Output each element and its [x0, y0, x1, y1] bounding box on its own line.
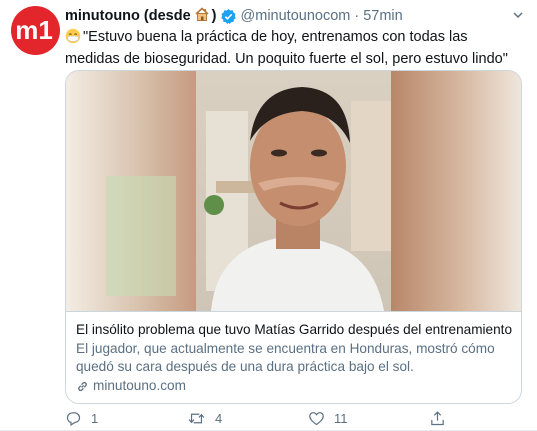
- minutouno-logo-icon: m1: [15, 15, 53, 45]
- like-count: 11: [334, 410, 348, 426]
- tweet-text-body: "Estuvo buena la práctica de hoy, entren…: [65, 29, 508, 67]
- link-card[interactable]: El insólito problema que tuvo Matías Gar…: [65, 70, 522, 404]
- account-handle[interactable]: @minutounocom: [241, 8, 351, 24]
- face-mask-emoji-icon: [65, 28, 81, 50]
- avatar[interactable]: m1: [11, 6, 60, 55]
- like-icon: [309, 411, 324, 425]
- retweet-icon: [188, 413, 205, 423]
- card-domain: minutouno.com: [76, 377, 511, 395]
- card-domain-text: minutouno.com: [93, 378, 186, 393]
- share-icon: [431, 410, 444, 425]
- verified-badge-icon: [220, 8, 237, 25]
- card-description: El jugador, que actualmente se encuentra…: [76, 341, 495, 374]
- card-title: El insólito problema que tuvo Matías Gar…: [76, 322, 513, 337]
- link-icon: [76, 380, 89, 393]
- svg-text:m1: m1: [15, 15, 53, 45]
- house-emoji-icon: [194, 6, 210, 26]
- like-button[interactable]: 11: [308, 408, 348, 428]
- account-name[interactable]: minutouno (desde: [65, 8, 191, 24]
- card-body[interactable]: El insólito problema que tuvo Matías Gar…: [66, 311, 521, 403]
- share-button[interactable]: [429, 408, 446, 428]
- tweet[interactable]: m1 minutouno (desde ) @minutounocom · 57…: [0, 0, 537, 431]
- card-image[interactable]: [66, 71, 521, 311]
- account-name-close: ): [211, 8, 217, 24]
- caret-down-icon[interactable]: [511, 8, 525, 27]
- tweet-actions: 1 4 11: [65, 408, 485, 428]
- timestamp[interactable]: 57min: [363, 8, 403, 24]
- retweet-count: 4: [215, 410, 223, 426]
- reply-count: 1: [91, 410, 99, 426]
- reply-button[interactable]: 1: [65, 408, 98, 428]
- player-photo-icon: [66, 71, 521, 311]
- reply-icon: [66, 411, 81, 426]
- tweet-header: minutouno (desde ) @minutounocom · 57min: [65, 6, 525, 26]
- retweet-button[interactable]: 4: [187, 408, 222, 428]
- tweet-text: "Estuvo buena la práctica de hoy, entren…: [65, 28, 525, 69]
- separator-dot: ·: [354, 8, 360, 24]
